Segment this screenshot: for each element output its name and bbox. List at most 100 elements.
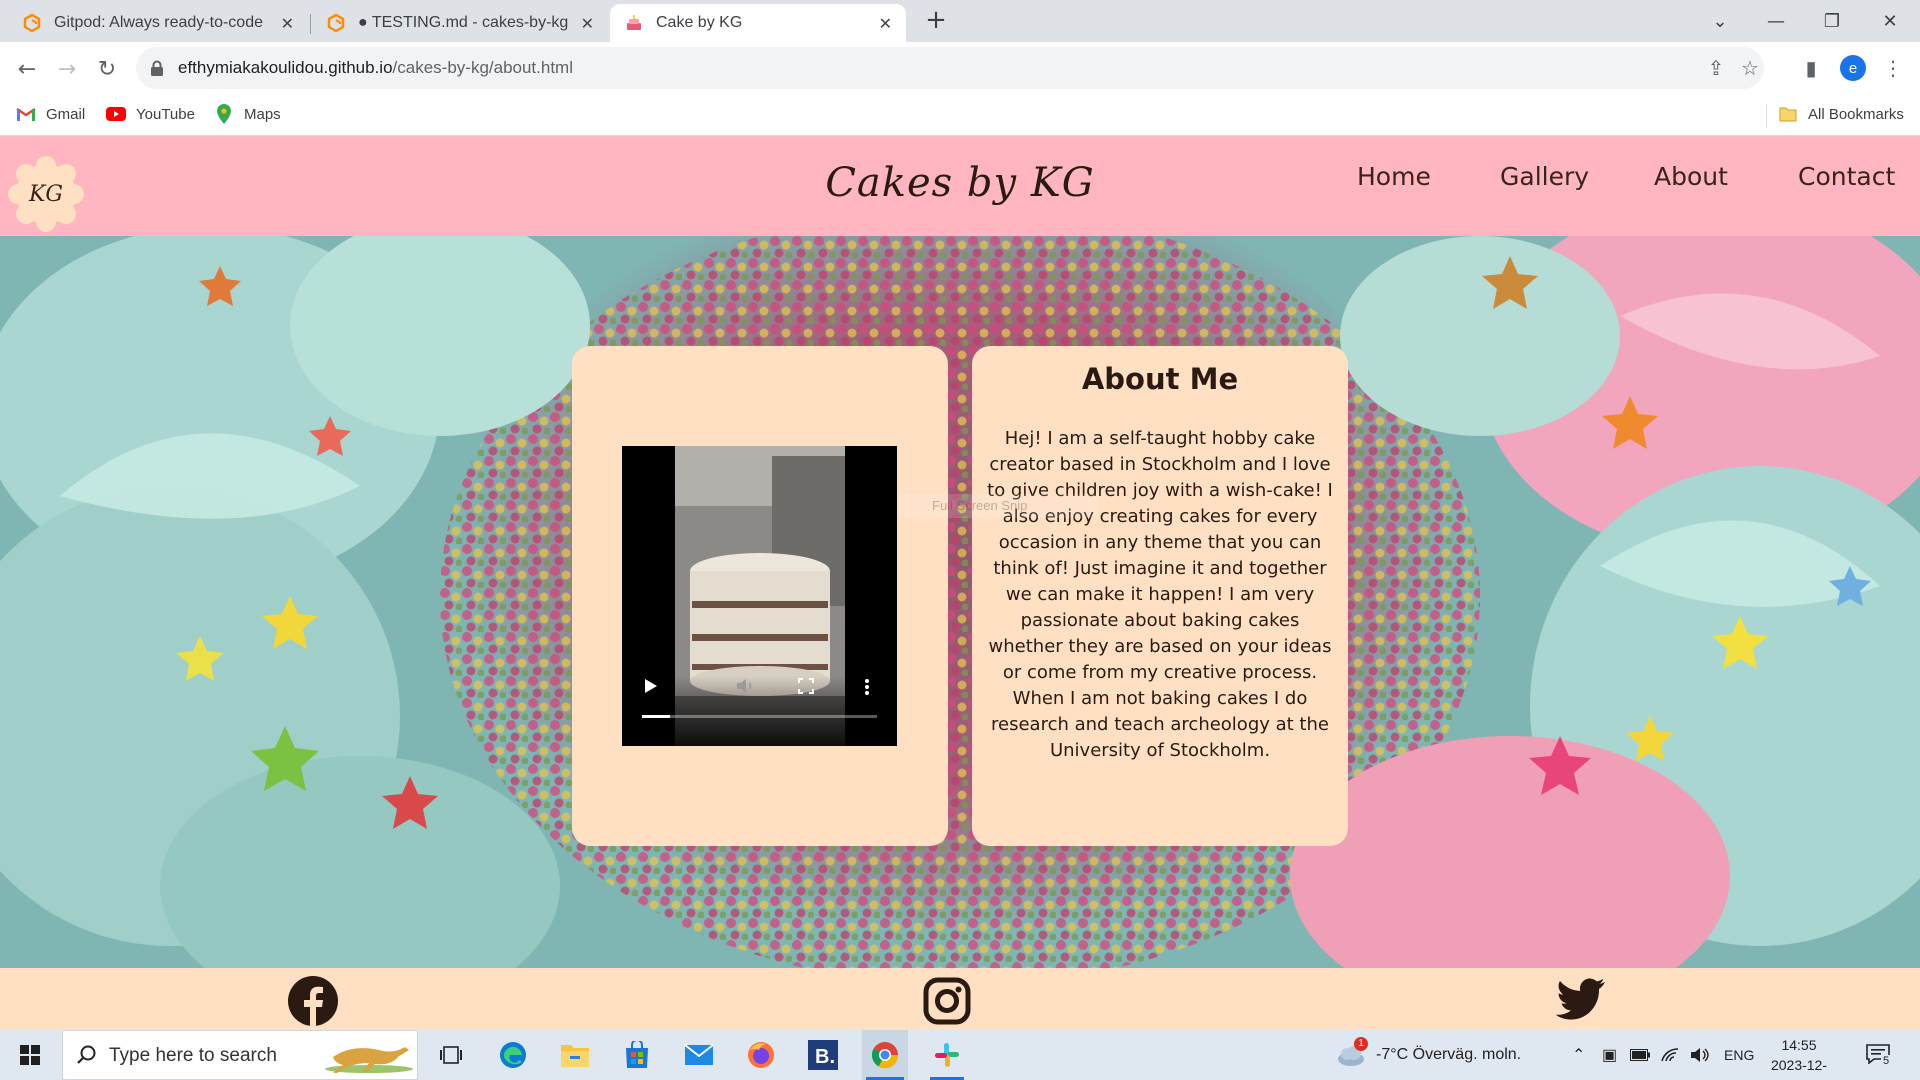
- task-view-icon[interactable]: [428, 1030, 474, 1080]
- tab-search-chevron-icon[interactable]: ⌄: [1692, 0, 1748, 42]
- back-arrow-icon[interactable]: ←: [12, 54, 42, 84]
- instagram-icon[interactable]: [922, 976, 972, 1026]
- bookmark-label: All Bookmarks: [1808, 105, 1904, 123]
- tab-title: ● TESTING.md - cakes-by-kg - G: [358, 14, 568, 31]
- weather-widget[interactable]: 1 -7°C Överväg. moln.: [1336, 1030, 1521, 1080]
- browser-tab-bar: Gitpod: Always ready-to-code. ✕ ● TESTIN…: [0, 0, 1920, 42]
- bookmarks-bar: Gmail YouTube Maps All Bookmarks: [0, 96, 1920, 136]
- video-progress-fill: [642, 715, 671, 718]
- tab-testing[interactable]: ● TESTING.md - cakes-by-kg - G ✕: [312, 4, 608, 42]
- gitpod-icon: [22, 13, 42, 33]
- bookmark-label: Maps: [244, 105, 281, 123]
- new-tab-button[interactable]: +: [922, 5, 950, 35]
- clock-date: 2023-12-04: [1770, 1057, 1828, 1080]
- bookmark-maps[interactable]: Maps: [214, 104, 281, 124]
- minimize-button[interactable]: —: [1748, 0, 1804, 42]
- cake-video-player[interactable]: [622, 446, 897, 746]
- meet-now-icon[interactable]: ▣: [1602, 1030, 1617, 1080]
- firefox-icon[interactable]: [738, 1030, 784, 1080]
- lock-icon[interactable]: [150, 60, 164, 80]
- taskbar-search-box[interactable]: Type here to search: [62, 1030, 418, 1080]
- svg-text:B.: B.: [815, 1046, 835, 1068]
- clock-time: 14:55: [1781, 1037, 1817, 1053]
- tab-title: Cake by KG: [656, 14, 743, 31]
- search-placeholder: Type here to search: [109, 1045, 277, 1066]
- chrome-icon[interactable]: [862, 1030, 908, 1080]
- folder-icon: [1778, 104, 1798, 124]
- site-title: Cakes by KG: [825, 160, 1095, 206]
- slack-icon[interactable]: [924, 1030, 970, 1080]
- system-clock[interactable]: 14:55 2023-12-04: [1764, 1035, 1834, 1080]
- video-card: [572, 346, 948, 846]
- youtube-icon: [106, 104, 126, 124]
- battery-icon[interactable]: [1630, 1030, 1650, 1080]
- cake-icon: [624, 13, 644, 33]
- facebook-icon[interactable]: [288, 976, 338, 1026]
- notifications-icon[interactable]: 5: [1866, 1030, 1892, 1080]
- file-explorer-icon[interactable]: [552, 1030, 598, 1080]
- nav-home[interactable]: Home: [1357, 162, 1431, 191]
- about-text: Hej! I am a self-taught hobby cake creat…: [987, 428, 1333, 761]
- url-text[interactable]: efthymiakakoulidou.github.io/cakes-by-kg…: [178, 58, 573, 78]
- twitter-icon[interactable]: [1555, 976, 1606, 1026]
- bookmark-gmail[interactable]: Gmail: [16, 104, 85, 124]
- play-icon[interactable]: [644, 678, 658, 698]
- reload-icon[interactable]: ↻: [92, 54, 122, 84]
- share-icon[interactable]: ⇪: [1704, 56, 1728, 80]
- bookmark-star-icon[interactable]: ☆: [1738, 56, 1762, 80]
- close-tab-icon[interactable]: ✕: [581, 14, 594, 33]
- show-hidden-icons-chevron[interactable]: ⌃: [1572, 1030, 1585, 1080]
- bookmarks-divider: [1766, 104, 1767, 128]
- browser-menu-icon[interactable]: ⋮: [1880, 55, 1906, 81]
- profile-avatar[interactable]: e: [1840, 55, 1866, 81]
- tab-cake-by-kg[interactable]: Cake by KG ✕: [610, 4, 906, 42]
- video-controls: [622, 676, 897, 746]
- mail-icon[interactable]: [676, 1030, 722, 1080]
- microsoft-store-icon[interactable]: [614, 1030, 660, 1080]
- gmail-icon: [16, 104, 36, 124]
- nav-about[interactable]: About: [1654, 162, 1728, 191]
- wifi-icon[interactable]: [1660, 1030, 1680, 1080]
- input-language[interactable]: ENG: [1724, 1030, 1754, 1080]
- tab-title: Gitpod: Always ready-to-code.: [54, 14, 264, 31]
- more-options-icon[interactable]: [864, 678, 870, 700]
- side-panel-icon[interactable]: ▮: [1798, 55, 1824, 81]
- b-app-icon[interactable]: B.: [800, 1030, 846, 1080]
- video-progress-track[interactable]: [642, 715, 877, 718]
- fullscreen-icon[interactable]: [798, 678, 814, 698]
- edge-browser-icon[interactable]: [490, 1030, 536, 1080]
- cake-background-image: [0, 236, 1920, 968]
- gitpod-icon: [326, 13, 346, 33]
- all-bookmarks[interactable]: All Bookmarks: [1778, 104, 1904, 124]
- close-tab-icon[interactable]: ✕: [879, 14, 892, 33]
- snip-overlay: Full Screen Snip: [898, 494, 1098, 518]
- volume-muted-icon[interactable]: [736, 678, 756, 698]
- restore-button[interactable]: ❐: [1804, 0, 1860, 42]
- site-footer: [0, 968, 1920, 1030]
- windows-start-icon[interactable]: [0, 1030, 60, 1080]
- hero-section: About Me Hej! I am a self-taught hobby c…: [0, 236, 1920, 968]
- address-bar[interactable]: efthymiakakoulidou.github.io/cakes-by-kg…: [136, 47, 1764, 89]
- bookmark-youtube[interactable]: YouTube: [106, 104, 195, 124]
- web-page: KG Cakes by KG Home Gallery About Contac…: [0, 136, 1920, 1030]
- forward-arrow-icon[interactable]: →: [52, 54, 82, 84]
- windows-taskbar: Type here to search B. 1 -7°C Överväg. m: [0, 1030, 1920, 1080]
- maps-pin-icon: [214, 104, 234, 124]
- weather-text: -7°C Överväg. moln.: [1376, 1046, 1522, 1063]
- tab-gitpod[interactable]: Gitpod: Always ready-to-code. ✕: [8, 4, 308, 42]
- weather-alert-badge: 1: [1354, 1037, 1368, 1051]
- nav-contact[interactable]: Contact: [1798, 162, 1895, 191]
- close-tab-icon[interactable]: ✕: [281, 14, 294, 33]
- close-window-button[interactable]: ✕: [1862, 0, 1918, 42]
- site-header: KG Cakes by KG Home Gallery About Contac…: [0, 136, 1920, 236]
- about-heading: About Me: [1081, 362, 1239, 396]
- speaker-icon[interactable]: [1690, 1030, 1710, 1080]
- cloud-weather-icon: 1: [1336, 1037, 1368, 1067]
- bookmark-label: YouTube: [136, 105, 195, 123]
- tab-divider: [310, 14, 311, 34]
- nav-gallery[interactable]: Gallery: [1500, 162, 1589, 191]
- notification-count: 5: [1881, 1055, 1892, 1067]
- browser-toolbar: ← → ↻ efthymiakakoulidou.github.io/cakes…: [0, 42, 1920, 96]
- about-card: About Me Hej! I am a self-taught hobby c…: [972, 346, 1348, 846]
- bookmark-label: Gmail: [46, 105, 86, 123]
